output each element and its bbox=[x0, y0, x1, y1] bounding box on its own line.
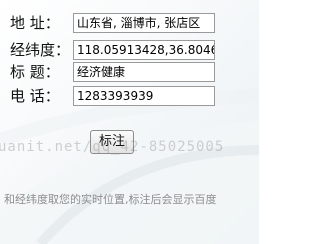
title-label: 标 题： bbox=[10, 63, 60, 81]
location-note: 和经纬度取您的实时位置,标注后会显示百度 bbox=[4, 193, 217, 206]
title-input[interactable]: 经济健康 bbox=[73, 62, 215, 82]
phone-input[interactable]: 1283393939 bbox=[73, 86, 215, 106]
phone-label: 电 话： bbox=[10, 87, 60, 105]
coordinates-label: 经纬度： bbox=[10, 41, 71, 59]
address-input[interactable]: 山东省, 淄博市, 张店区 bbox=[73, 13, 215, 33]
background-waves bbox=[0, 0, 259, 244]
address-label: 地 址： bbox=[10, 14, 60, 32]
coordinates-input[interactable]: 118.05913428,36.80468 bbox=[73, 40, 215, 60]
watermark-text: uanit.net/qq_42-85025005 bbox=[0, 139, 225, 155]
